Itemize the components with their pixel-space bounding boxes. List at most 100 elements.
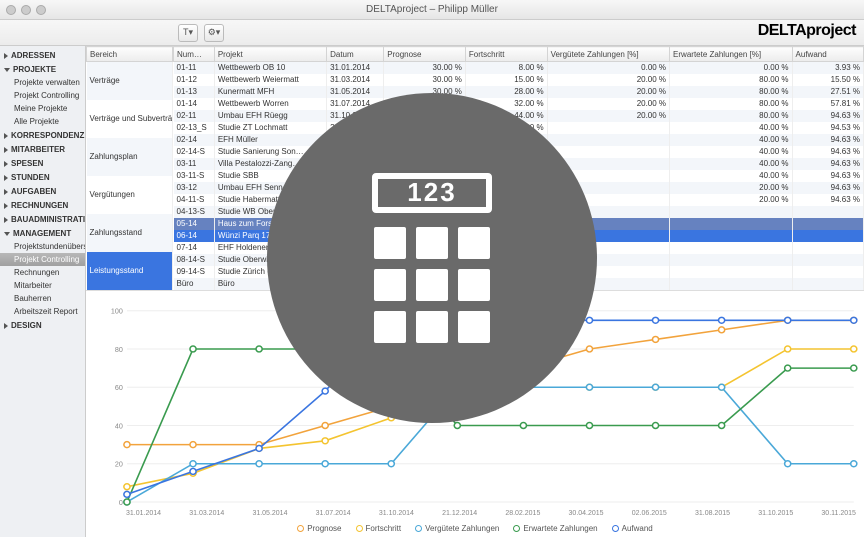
table-cell: 01-11 [174, 62, 215, 74]
sidebar-group[interactable]: SPESEN [0, 156, 85, 170]
table-cell: 28.00 % [465, 86, 547, 98]
sidebar-item[interactable]: Projekt Controlling [0, 253, 85, 266]
column-header[interactable]: Prognose [384, 47, 466, 62]
sidebar-item[interactable]: Alle Projekte [0, 115, 85, 128]
legend-label: Prognose [307, 524, 341, 533]
sidebar-item[interactable]: Projekt Controlling [0, 89, 85, 102]
sidebar-group[interactable]: MITARBEITER [0, 142, 85, 156]
table-cell: 40.00 % [670, 170, 792, 182]
x-tick-label: 31.07.2014 [316, 510, 351, 517]
chevron-icon [4, 203, 8, 209]
chevron-icon [4, 217, 8, 223]
bereich-cell: Vergütungen [87, 176, 173, 214]
table-cell: 0.00 % [547, 62, 669, 74]
table-cell [792, 206, 863, 218]
sidebar-group[interactable]: PROJEKTE [0, 62, 85, 76]
x-tick-label: 31.08.2015 [695, 510, 730, 517]
table-cell: 27.51 % [792, 86, 863, 98]
sidebar-group[interactable]: STUNDEN [0, 170, 85, 184]
sidebar-group[interactable]: AUFGABEN [0, 184, 85, 198]
sidebar-item[interactable]: Mitarbeiter [0, 279, 85, 292]
table-cell: 40.00 % [670, 134, 792, 146]
calculator-overlay-icon: 123 [267, 93, 597, 423]
table-cell: 8.00 % [465, 62, 547, 74]
table-cell: 20.00 % [547, 74, 669, 86]
column-header[interactable]: Vergütete Zahlungen [%] [547, 47, 669, 62]
table-cell [547, 134, 669, 146]
legend-marker-icon [612, 525, 619, 532]
column-header[interactable]: Projekt [214, 47, 326, 62]
x-tick-label: 30.11.2015 [821, 510, 856, 517]
column-header[interactable]: Erwartete Zahlungen [%] [670, 47, 792, 62]
table-cell: 01-14 [174, 98, 215, 110]
table-cell: 94.63 % [792, 110, 863, 122]
table-cell: 04-11-S [174, 194, 215, 206]
sidebar-item[interactable]: Projektstundenübersicht [0, 240, 85, 253]
table-row[interactable]: 01-13Kunermatt MFH31.05.201430.00 %28.00… [174, 86, 864, 98]
table-row[interactable]: 01-12Wettbewerb Weiermatt31.03.201430.00… [174, 74, 864, 86]
x-tick-label: 21.12.2014 [442, 510, 477, 517]
table-cell: 40.00 % [670, 122, 792, 134]
table-cell: 20.00 % [670, 194, 792, 206]
sidebar-group[interactable]: DESIGN [0, 318, 85, 332]
legend-label: Erwartete Zahlungen [523, 524, 597, 533]
table-cell: 06-14 [174, 230, 215, 242]
legend-marker-icon [356, 525, 363, 532]
settings-button[interactable]: ⚙▾ [204, 24, 224, 42]
table-cell: 20.00 % [670, 182, 792, 194]
sidebar-group-label: KORRESPONDENZ [11, 131, 84, 140]
legend-item: Erwartete Zahlungen [513, 524, 597, 533]
x-tick-label: 31.05.2014 [252, 510, 287, 517]
sidebar-group[interactable]: MANAGEMENT [0, 226, 85, 240]
sidebar-item[interactable]: Bauherren [0, 292, 85, 305]
sidebar-group[interactable]: BAUADMINISTRATION [0, 212, 85, 226]
sidebar-group-label: MANAGEMENT [13, 229, 71, 238]
bereich-row[interactable]: Zahlungsplan [87, 138, 173, 176]
sidebar-group[interactable]: KORRESPONDENZ [0, 128, 85, 142]
column-header[interactable]: Fortschritt [465, 47, 547, 62]
table-cell: 15.50 % [792, 74, 863, 86]
x-tick-label: 02.06.2015 [632, 510, 667, 517]
chevron-icon [4, 323, 8, 329]
sidebar-group[interactable]: RECHNUNGEN [0, 198, 85, 212]
legend-label: Vergütete Zahlungen [425, 524, 499, 533]
sidebar-group-label: DESIGN [11, 321, 42, 330]
table-cell: 02-14 [174, 134, 215, 146]
sidebar-item[interactable]: Rechnungen [0, 266, 85, 279]
table-cell [670, 242, 792, 254]
table-row[interactable]: 01-11Wettbewerb OB 1031.01.201430.00 %8.… [174, 62, 864, 74]
bereich-row[interactable]: Vergütungen [87, 176, 173, 214]
bereich-row[interactable]: Verträge [87, 62, 173, 100]
bereich-cell: Verträge und Subverträge [87, 100, 173, 138]
table-cell: 02-13_S [174, 122, 215, 134]
bereich-header[interactable]: Bereich [87, 47, 173, 62]
table-cell: 07-14 [174, 242, 215, 254]
column-header[interactable]: Num… [174, 47, 215, 62]
sidebar-item[interactable]: Arbeitszeit Report [0, 305, 85, 318]
table-cell: Wettbewerb Worren [214, 98, 326, 110]
table-cell: 3.93 % [792, 62, 863, 74]
svg-text:40: 40 [115, 423, 123, 430]
column-header[interactable]: Aufwand [792, 47, 863, 62]
sidebar-group[interactable]: ADRESSEN [0, 48, 85, 62]
table-cell: 09-14-S [174, 266, 215, 278]
table-cell: 04-13-S [174, 206, 215, 218]
table-cell: 94.63 % [792, 158, 863, 170]
bereich-row[interactable]: Leistungsstand [87, 252, 173, 290]
table-cell: 30.00 % [384, 74, 466, 86]
filter-button[interactable]: T▾ [178, 24, 198, 42]
sidebar-item[interactable]: Meine Projekte [0, 102, 85, 115]
bereich-row[interactable]: Zahlungsstand [87, 214, 173, 252]
chevron-icon [4, 53, 8, 59]
chart-legend: PrognoseFortschrittVergütete ZahlungenEr… [86, 524, 864, 533]
brand-logo: DELTAproject [758, 22, 856, 40]
sidebar-item[interactable]: Projekte verwalten [0, 76, 85, 89]
table-row[interactable]: 01-14Wettbewerb Worren31.07.201440.00 %3… [174, 98, 864, 110]
bereich-cell: Zahlungsstand [87, 214, 173, 252]
bereich-row[interactable]: Verträge und Subverträge [87, 100, 173, 138]
column-header[interactable]: Datum [327, 47, 384, 62]
table-cell: 80.00 % [670, 110, 792, 122]
legend-marker-icon [415, 525, 422, 532]
bereich-table[interactable]: Bereich VerträgeVerträge und Subverträge… [86, 46, 173, 290]
chart-x-axis: 31.01.201431.03.201431.05.201431.07.2014… [126, 510, 856, 517]
